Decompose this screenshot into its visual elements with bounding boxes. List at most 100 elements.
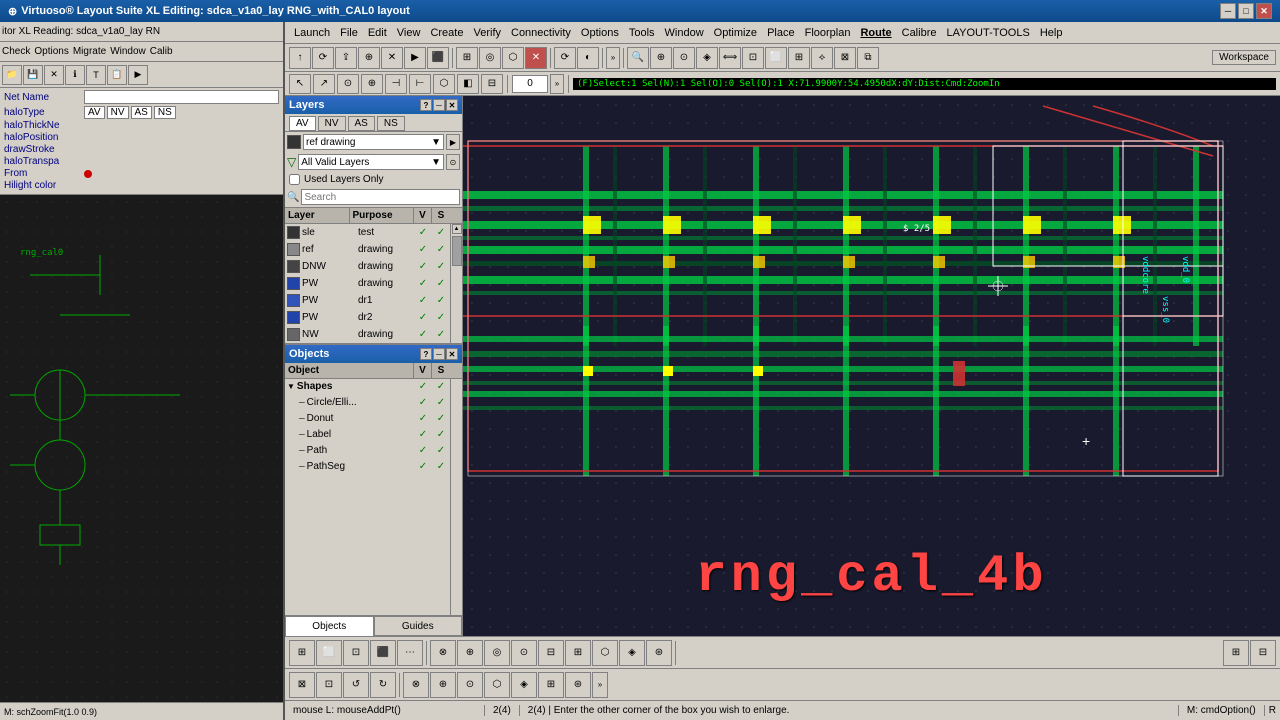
tb1-btn24[interactable]: ⧉ — [857, 47, 879, 69]
objects-close-btn[interactable]: ✕ — [446, 348, 458, 360]
layer-sle-v[interactable]: ✓ — [414, 227, 432, 238]
close-button[interactable]: ✕ — [1256, 3, 1272, 19]
layer-ref-v[interactable]: ✓ — [414, 244, 432, 255]
btb1-btn3[interactable]: ⊡ — [343, 640, 369, 666]
btb1-btn11[interactable]: ⊞ — [565, 640, 591, 666]
tb1-btn2[interactable]: ⟳ — [312, 47, 334, 69]
layer-dropdown[interactable]: ref drawing ▼ — [303, 134, 444, 150]
btb2-btn8[interactable]: ⬡ — [484, 672, 510, 698]
object-path-row[interactable]: ─ Path ✓ ✓ — [285, 443, 462, 459]
btb2-btn1[interactable]: ⊠ — [289, 672, 315, 698]
menu-place[interactable]: Place — [762, 25, 800, 41]
tb1-btn1[interactable]: ↑ — [289, 47, 311, 69]
minimize-button[interactable]: ─ — [1220, 3, 1236, 19]
used-layers-row[interactable]: Used Layers Only — [285, 172, 462, 187]
tb1-btn3[interactable]: ⇪ — [335, 47, 357, 69]
layer-row-pw3[interactable]: PW dr2 ✓ ✓ — [285, 309, 462, 326]
guides-tab[interactable]: Guides — [374, 616, 463, 636]
btb1-btn6[interactable]: ⊗ — [430, 640, 456, 666]
objects-help-btn[interactable]: ? — [420, 348, 432, 360]
btb2-btn10[interactable]: ⊞ — [538, 672, 564, 698]
tb1-btn17[interactable]: ◈ — [696, 47, 718, 69]
left-menu-options[interactable]: Options — [34, 46, 68, 57]
btb1-btn13[interactable]: ◈ — [619, 640, 645, 666]
menu-connectivity[interactable]: Connectivity — [506, 25, 576, 41]
layer-row-pw2[interactable]: PW dr1 ✓ ✓ — [285, 292, 462, 309]
objects-tab[interactable]: Objects — [285, 616, 374, 636]
btb1-btn2[interactable]: ⬜ — [316, 640, 342, 666]
layer-pw3-v[interactable]: ✓ — [414, 312, 432, 323]
tab-nv[interactable]: NV — [107, 106, 129, 119]
layers-tab-ns[interactable]: NS — [377, 116, 405, 131]
circle-s[interactable]: ✓ — [432, 397, 450, 408]
tab-av[interactable]: AV — [84, 106, 105, 119]
donut-v[interactable]: ✓ — [414, 413, 432, 424]
tb2-btn2[interactable]: ↗ — [313, 74, 335, 94]
tb2-btn7[interactable]: ⬡ — [433, 74, 455, 94]
filter-dropdown[interactable]: All Valid Layers ▼ — [298, 154, 444, 170]
btb2-btn9[interactable]: ◈ — [511, 672, 537, 698]
tb1-more[interactable]: » — [606, 47, 620, 69]
layer-nw-v[interactable]: ✓ — [414, 329, 432, 340]
btb2-btn7[interactable]: ⊙ — [457, 672, 483, 698]
layer-dropdown-extra[interactable]: ▶ — [446, 134, 460, 150]
menubar[interactable]: Launch File Edit View Create Verify Conn… — [285, 22, 1280, 44]
menu-create[interactable]: Create — [425, 25, 468, 41]
layer-pw3-s[interactable]: ✓ — [432, 312, 450, 323]
menu-verify[interactable]: Verify — [468, 25, 506, 41]
btb2-btn5[interactable]: ⊗ — [403, 672, 429, 698]
object-shapes-row[interactable]: ▼ Shapes ✓ ✓ — [285, 379, 462, 395]
layer-pw2-s[interactable]: ✓ — [432, 295, 450, 306]
left-menu-migrate[interactable]: Migrate — [73, 46, 106, 57]
tb-btn-4[interactable]: ℹ — [65, 65, 85, 85]
tb2-btn8[interactable]: ◧ — [457, 74, 479, 94]
donut-s[interactable]: ✓ — [432, 413, 450, 424]
tb1-btn12[interactable]: ⟳ — [554, 47, 576, 69]
menu-floorplan[interactable]: Floorplan — [800, 25, 856, 41]
object-pathseg-row[interactable]: ─ PathSeg ✓ ✓ — [285, 459, 462, 475]
layer-sle-s[interactable]: ✓ — [432, 227, 450, 238]
layers-min-btn[interactable]: ─ — [433, 99, 445, 111]
pathseg-v[interactable]: ✓ — [414, 461, 432, 472]
tb1-btn21[interactable]: ⊞ — [788, 47, 810, 69]
tb1-btn23[interactable]: ⊠ — [834, 47, 856, 69]
menu-optimize[interactable]: Optimize — [709, 25, 762, 41]
menu-layout-tools[interactable]: LAYOUT-TOOLS — [941, 25, 1034, 41]
menu-options[interactable]: Options — [576, 25, 624, 41]
scroll-thumb[interactable] — [452, 236, 462, 266]
btb1-btn12[interactable]: ⬡ — [592, 640, 618, 666]
path-v[interactable]: ✓ — [414, 445, 432, 456]
shapes-s[interactable]: ✓ — [432, 381, 450, 392]
menu-edit[interactable]: Edit — [363, 25, 392, 41]
tb2-btn6[interactable]: ⊢ — [409, 74, 431, 94]
layer-nw-s[interactable]: ✓ — [432, 329, 450, 340]
circle-v[interactable]: ✓ — [414, 397, 432, 408]
label-s[interactable]: ✓ — [432, 429, 450, 440]
btb1-right2[interactable]: ⊟ — [1250, 640, 1276, 666]
tb1-btn7[interactable]: ⬛ — [427, 47, 449, 69]
btb1-btn8[interactable]: ◎ — [484, 640, 510, 666]
tb1-btn8[interactable]: ⊞ — [456, 47, 478, 69]
tb1-btn5[interactable]: ✕ — [381, 47, 403, 69]
shapes-v[interactable]: ✓ — [414, 381, 432, 392]
tb-btn-2[interactable]: 💾 — [23, 65, 43, 85]
used-layers-checkbox[interactable] — [289, 174, 300, 185]
btb2-btn6[interactable]: ⊕ — [430, 672, 456, 698]
left-menubar2[interactable]: Check Options Migrate Window Calib — [0, 42, 283, 62]
objects-min-btn[interactable]: ─ — [433, 348, 445, 360]
path-s[interactable]: ✓ — [432, 445, 450, 456]
layer-row-sle[interactable]: sle test ✓ ✓ — [285, 224, 462, 241]
layer-pw1-v[interactable]: ✓ — [414, 278, 432, 289]
btb1-btn10[interactable]: ⊟ — [538, 640, 564, 666]
tb2-btn3[interactable]: ⊙ — [337, 74, 359, 94]
tb-btn-7[interactable]: ▶ — [128, 65, 148, 85]
btb2-btn4[interactable]: ↻ — [370, 672, 396, 698]
btb1-btn4[interactable]: ⬛ — [370, 640, 396, 666]
layer-dnw-v[interactable]: ✓ — [414, 261, 432, 272]
btb2-btn11[interactable]: ⊛ — [565, 672, 591, 698]
btb1-btn14[interactable]: ⊛ — [646, 640, 672, 666]
layers-help-btn[interactable]: ? — [420, 99, 432, 111]
object-donut-row[interactable]: ─ Donut ✓ ✓ — [285, 411, 462, 427]
select-tool[interactable]: ↖ — [289, 74, 311, 94]
object-circle-row[interactable]: ─ Circle/Elli... ✓ ✓ — [285, 395, 462, 411]
